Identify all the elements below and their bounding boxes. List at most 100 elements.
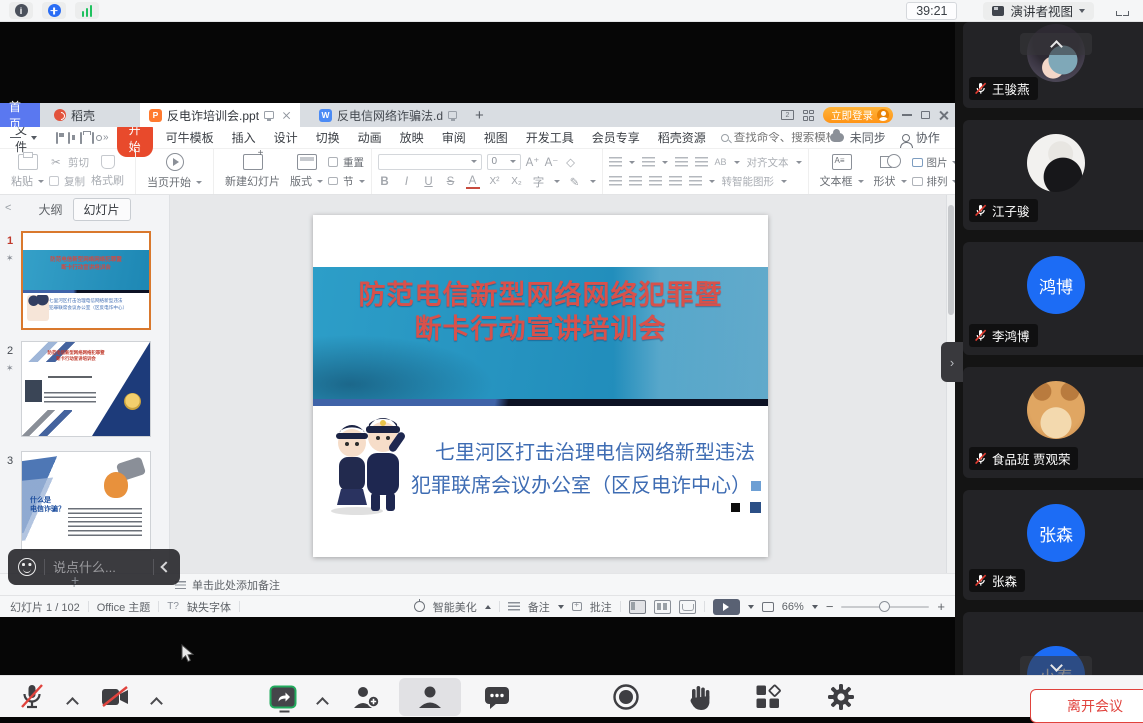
participant-tile[interactable]: 食品班 贾观荣 [963,367,1143,478]
layout-button[interactable]: 版式 [285,154,328,189]
share-options-chevron[interactable] [316,697,329,710]
justify-icon[interactable] [669,176,682,186]
reset-button[interactable]: 重置 [343,155,364,170]
new-slide-button[interactable]: 新建幻灯片 [220,154,285,189]
canvas-scrollbar[interactable] [946,195,955,573]
comments-label[interactable]: 批注 [590,599,612,615]
menu-animation[interactable]: 动画 [349,129,391,146]
menu-slideshow[interactable]: 放映 [391,129,433,146]
menu-keniu-template[interactable]: 可牛模板 [157,129,223,146]
camera-options-chevron[interactable] [150,697,163,710]
bold-button[interactable]: B [378,176,392,188]
participant-tile[interactable]: 小春 [963,612,1143,675]
participant-tile[interactable]: 王骏燕 [963,22,1143,108]
menu-member[interactable]: 会员专享 [583,129,649,146]
zoom-out-button[interactable]: − [826,599,834,614]
slide-1-canvas[interactable]: 防范电信新型网络网络犯罪暨 断卡行动宣讲培训会 [313,215,768,557]
slide-thumbnail-2[interactable]: 防范电信新型网络网络犯罪暨断卡行动宣讲培训会 [21,341,151,437]
quick-chat-bubble[interactable] [8,549,180,585]
participants-button[interactable] [416,684,444,710]
slide-thumbnail-1[interactable]: 防范电信新型网络网络犯罪暨断卡行动宣讲培训会 七里河区打击治理电信网络新型违法犯… [21,231,151,330]
decrease-font-icon[interactable]: A⁻ [545,155,559,169]
close-tab-icon[interactable] [283,111,291,119]
zoom-in-button[interactable]: + [937,599,945,614]
underline-button[interactable]: U [422,176,436,188]
increase-font-icon[interactable]: A⁺ [526,155,540,169]
mic-options-chevron[interactable] [66,697,79,710]
copy-button[interactable]: 复制 [64,174,85,189]
section-button[interactable]: 节 [343,174,354,189]
font-color-icon[interactable]: A [466,175,480,189]
share-screen-button[interactable] [270,685,297,708]
export-icon[interactable] [68,132,70,144]
fullscreen-icon[interactable] [1116,6,1129,16]
meeting-security-button[interactable] [42,2,66,19]
workspace-grid-icon[interactable] [803,110,814,121]
camera-muted-button[interactable] [100,685,130,709]
slide-thumbnail-3[interactable]: 什么是电信诈骗？ [21,451,151,551]
bullets-icon[interactable] [609,157,622,167]
clear-format-icon[interactable]: ◇ [564,155,578,169]
menu-insert[interactable]: 插入 [223,129,265,146]
highlight-icon[interactable]: ✎ [568,175,582,189]
menu-view[interactable]: 视图 [475,129,517,146]
invite-button[interactable] [352,684,380,710]
align-text-button[interactable]: 对齐文本 [747,155,789,170]
notes-resize-plus[interactable]: + [71,572,79,588]
paste-button[interactable]: 粘贴 [6,154,49,189]
panel-collapse-icon[interactable]: < [5,202,11,214]
new-tab-button[interactable]: + [466,103,493,127]
picture-button[interactable]: 图片 [927,155,948,170]
text-effect-icon[interactable]: 字 [532,174,546,190]
missing-font-label[interactable]: 缺失字体 [187,599,231,615]
normal-view-icon[interactable] [629,600,646,614]
reading-view-icon[interactable] [679,600,696,614]
superscript-button[interactable]: X² [488,176,502,187]
align-left-icon[interactable] [609,176,622,186]
tab-docer[interactable]: 稻壳 [45,103,104,127]
participant-tile[interactable]: 张森 张森 [963,490,1143,600]
collaborate-label[interactable]: 协作 [916,129,940,146]
decrease-indent-icon[interactable] [675,157,688,167]
strike-button[interactable]: S [444,176,458,188]
network-quality-button[interactable] [75,2,99,19]
font-name-select[interactable] [378,154,482,170]
settings-button[interactable] [827,683,855,711]
menu-docer-res[interactable]: 稻壳资源 [649,129,715,146]
numbering-icon[interactable] [642,157,655,167]
slide-sorter-icon[interactable] [654,600,671,614]
command-search-input[interactable] [734,132,830,144]
menu-design[interactable]: 设计 [265,129,307,146]
beautify-label[interactable]: 智能美化 [433,599,477,615]
maximize-icon[interactable] [921,111,930,119]
mic-muted-button[interactable] [19,683,45,711]
cut-button[interactable]: 剪切 [68,155,89,170]
tab-slides[interactable]: 幻灯片 [73,198,131,221]
close-window-icon[interactable] [939,110,949,120]
menu-review[interactable]: 审阅 [433,129,475,146]
shapes-button[interactable]: 形状 [869,154,912,189]
zoom-slider[interactable] [841,606,929,608]
format-painter-button[interactable]: 格式刷 [89,155,129,188]
window-manage-icon[interactable]: 2 [781,110,794,120]
view-mode-dropdown[interactable]: 演讲者视图 [983,2,1094,20]
leave-meeting-button[interactable]: 离开会议 [1030,689,1143,723]
tab-outline[interactable]: 大纲 [38,201,62,218]
menu-transition[interactable]: 切换 [307,129,349,146]
align-center-icon[interactable] [629,176,642,186]
meeting-info-button[interactable]: i [9,2,33,19]
participant-tile[interactable]: 鸿博 李鸿博 [963,242,1143,355]
editing-canvas[interactable]: 防范电信新型网络网络犯罪暨 断卡行动宣讲培训会 [170,195,955,573]
more-quick-icons[interactable]: » [103,132,109,143]
subscript-button[interactable]: X₂ [510,176,524,187]
sync-status[interactable]: 未同步 [850,129,886,146]
to-smartart-button[interactable]: 转智能图形 [722,174,775,189]
align-right-icon[interactable] [649,176,662,186]
notes-toggle-label[interactable]: 备注 [528,599,550,615]
command-search[interactable] [721,132,830,144]
zoom-level[interactable]: 66% [782,601,804,613]
emoji-icon[interactable] [18,558,36,576]
scroll-down-overlay[interactable] [1020,656,1092,675]
save-icon[interactable] [56,132,58,144]
sidebar-collapse-handle[interactable]: › [941,342,963,382]
